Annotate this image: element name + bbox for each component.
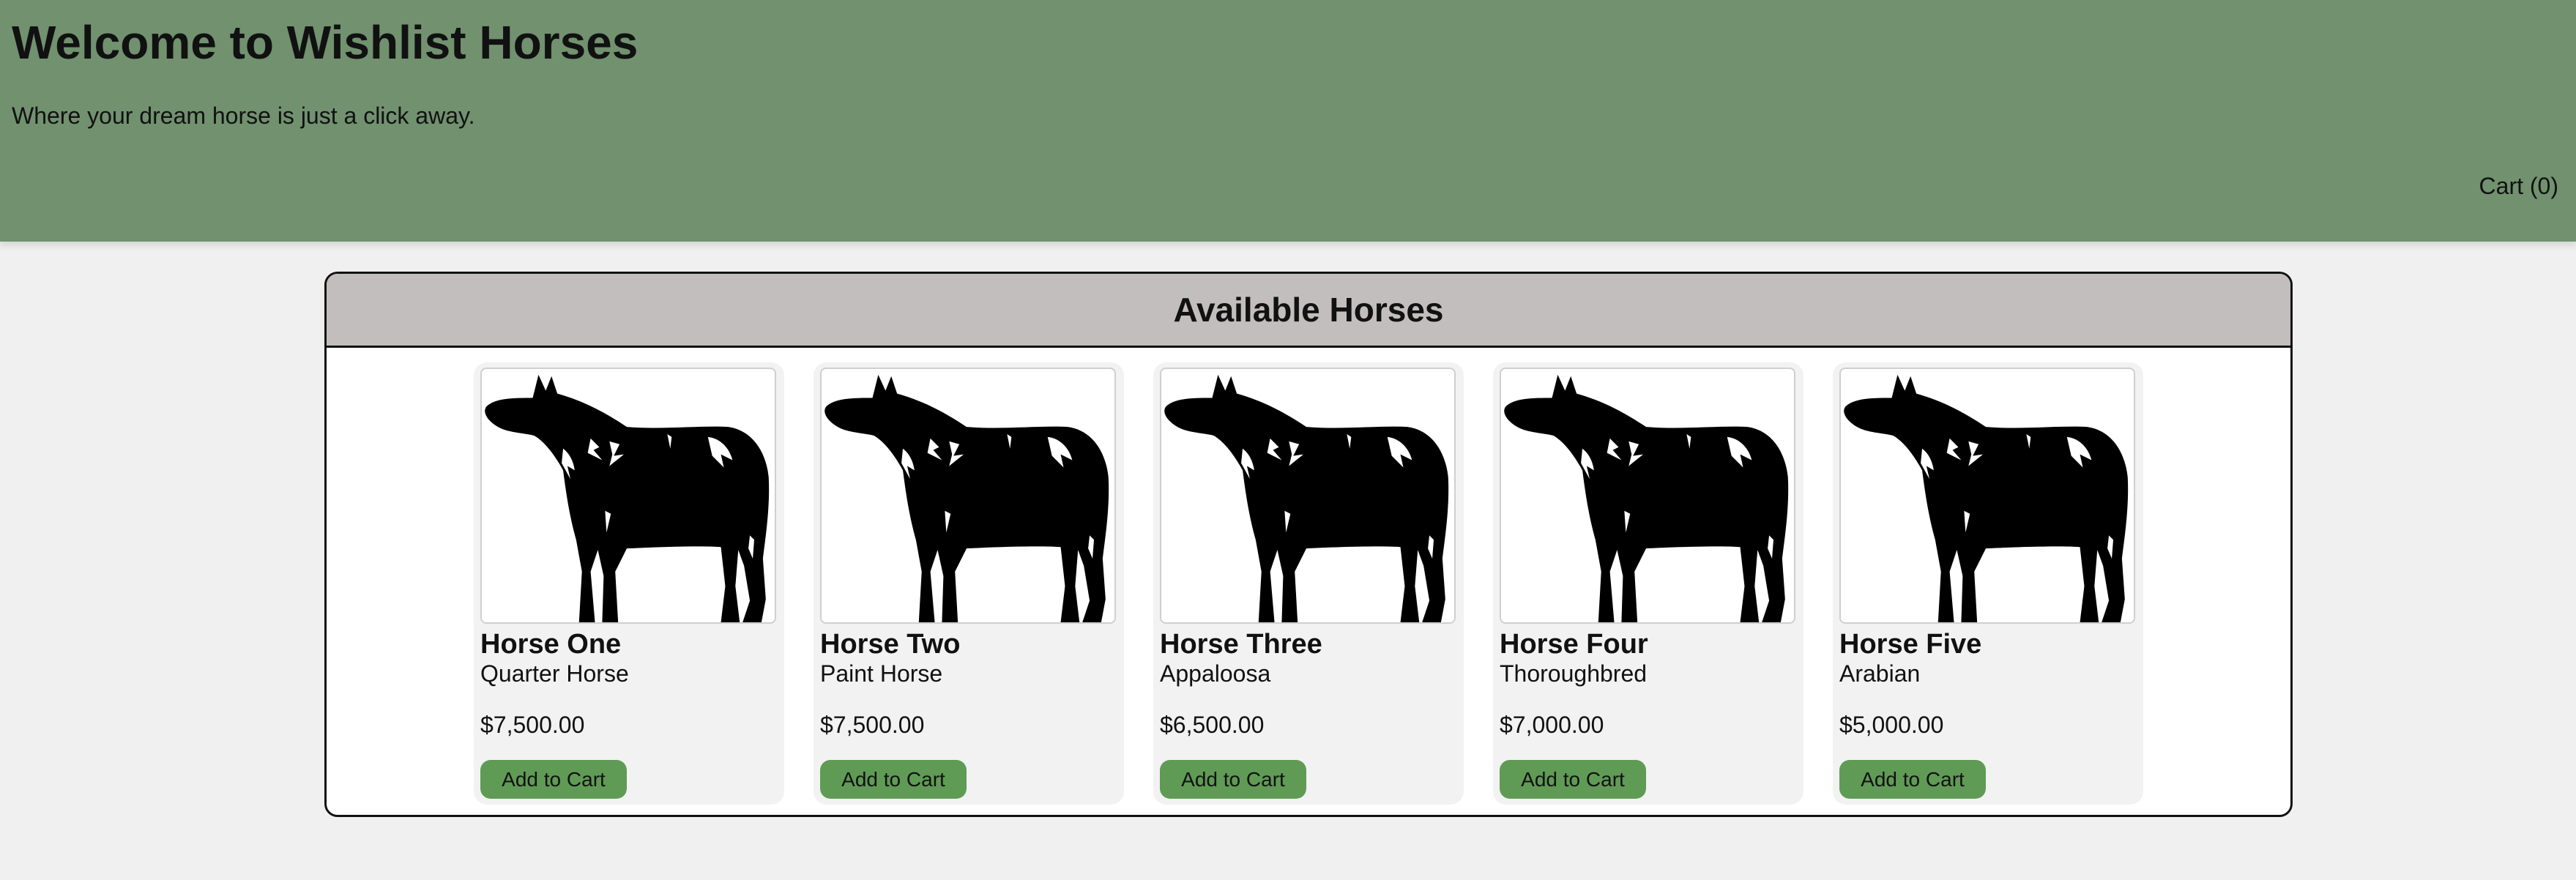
panel-header: Available Horses [327, 274, 2290, 348]
available-horses-panel: Available Horses Horse One Quarter Horse… [324, 272, 2293, 817]
horse-silhouette-icon [824, 374, 1109, 622]
horse-price: $7,500.00 [820, 712, 925, 738]
panel-title: Available Horses [1173, 291, 1444, 329]
horse-card: Horse Four Thoroughbred $7,000.00 Add to… [1493, 362, 1803, 805]
horse-name: Horse Two [820, 629, 961, 660]
horse-price: $7,500.00 [480, 712, 585, 738]
horse-image [820, 368, 1116, 624]
cart-link[interactable]: Cart (0) [2479, 170, 2558, 202]
site-tagline: Where your dream horse is just a click a… [12, 102, 475, 129]
add-to-cart-button[interactable]: Add to Cart [1160, 760, 1306, 799]
add-to-cart-button[interactable]: Add to Cart [1500, 760, 1646, 799]
horse-breed: Appaloosa [1160, 660, 1271, 687]
horse-breed: Arabian [1839, 660, 1921, 687]
horse-name: Horse Four [1500, 629, 1648, 660]
horse-price: $5,000.00 [1839, 712, 1944, 738]
horse-image [1160, 368, 1456, 624]
horse-breed: Paint Horse [820, 660, 943, 687]
horse-image [1839, 368, 2135, 624]
horse-card: Horse Five Arabian $5,000.00 Add to Cart [1833, 362, 2143, 805]
horse-card-list: Horse One Quarter Horse $7,500.00 Add to… [474, 362, 2143, 805]
horse-price: $7,000.00 [1500, 712, 1604, 738]
horse-breed: Quarter Horse [480, 660, 629, 687]
add-to-cart-button[interactable]: Add to Cart [480, 760, 627, 799]
horse-silhouette-icon [1844, 374, 2129, 622]
add-to-cart-button[interactable]: Add to Cart [1839, 760, 1986, 799]
horse-image [480, 368, 776, 624]
site-header: Welcome to Wishlist Horses Where your dr… [0, 0, 2576, 242]
horse-silhouette-icon [1164, 374, 1449, 622]
horse-price: $6,500.00 [1160, 712, 1265, 738]
horse-card: Horse Two Paint Horse $7,500.00 Add to C… [814, 362, 1124, 805]
horse-card: Horse One Quarter Horse $7,500.00 Add to… [474, 362, 784, 805]
horse-card: Horse Three Appaloosa $6,500.00 Add to C… [1153, 362, 1464, 805]
horse-image [1500, 368, 1795, 624]
horse-breed: Thoroughbred [1500, 660, 1648, 687]
horse-name: Horse Five [1839, 629, 1982, 660]
horse-name: Horse Three [1160, 629, 1322, 660]
horse-silhouette-icon [485, 374, 770, 622]
horse-silhouette-icon [1504, 374, 1789, 622]
add-to-cart-button[interactable]: Add to Cart [820, 760, 967, 799]
horse-name: Horse One [480, 629, 622, 660]
site-title: Welcome to Wishlist Horses [12, 16, 639, 69]
